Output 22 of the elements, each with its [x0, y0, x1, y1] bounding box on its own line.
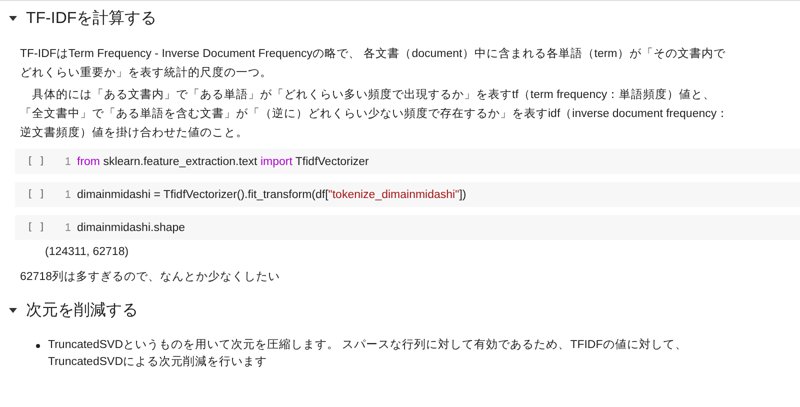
code-cell[interactable]: [ ] 1 from sklearn.feature_extraction.text import TfidfVectorizer — [15, 149, 800, 174]
cell-output: (124311, 62718) — [44, 245, 130, 260]
code-line: from sklearn.feature_extraction.text import TfidfVectorizer — [77, 156, 369, 168]
text-paragraph: TF-IDFはTerm Frequency - Inverse Document Frequencyの略で、 各文書（document）中に含まれる各単語（term）が「その文書内でどれくらい重要か」を表す統計的尺度の一つ。 — [20, 46, 726, 81]
section-heading: TF-IDFを計算する — [26, 8, 157, 28]
bullet-icon — [36, 344, 40, 348]
bullet-text: TruncatedSVDというものを用いて次元を圧縮します。 スパースな行列に対して有効であるため、TFIDFの値に対して、TruncatedSVDによる次元削減を行います — [48, 337, 688, 370]
line-number: 1 — [64, 156, 71, 168]
run-indicator[interactable]: [ ] — [15, 222, 57, 233]
code-line: dimainmidashi = TfidfVectorizer().fit_transform(df["tokenize_dimainmidashi"]) — [77, 188, 466, 200]
text-paragraph: 具体的には「ある文書内」で「ある単語」が「どれくらい多い頻度で出現するか」を表すtf（term frequency：単語頻度）値と、「全文書中」で「ある単語を含む文書」が「（逆に）どれくらい少ない頻度で存在するか」を表すidf（inverse document frequency：逆文書頻度）値を掛け合わせた値のこと。 — [20, 88, 730, 141]
code-cell[interactable]: [ ] 1 dimainmidashi.shape — [15, 215, 800, 240]
line-number: 1 — [64, 222, 71, 234]
code-cell[interactable]: [ ] 1 dimainmidashi = TfidfVectorizer().fit_transform(df["tokenize_dimainmidashi"]) — [15, 182, 800, 207]
line-number: 1 — [64, 188, 71, 200]
section-heading: 次元を削減する — [26, 300, 138, 320]
collapse-caret-icon[interactable] — [8, 13, 18, 23]
code-line: dimainmidashi.shape — [77, 222, 186, 234]
collapse-caret-icon[interactable] — [8, 305, 18, 315]
text-paragraph: 62718列は多すぎるので、なんとか少なくしたい — [20, 270, 281, 285]
run-indicator[interactable]: [ ] — [15, 189, 57, 200]
run-indicator[interactable]: [ ] — [15, 156, 57, 167]
